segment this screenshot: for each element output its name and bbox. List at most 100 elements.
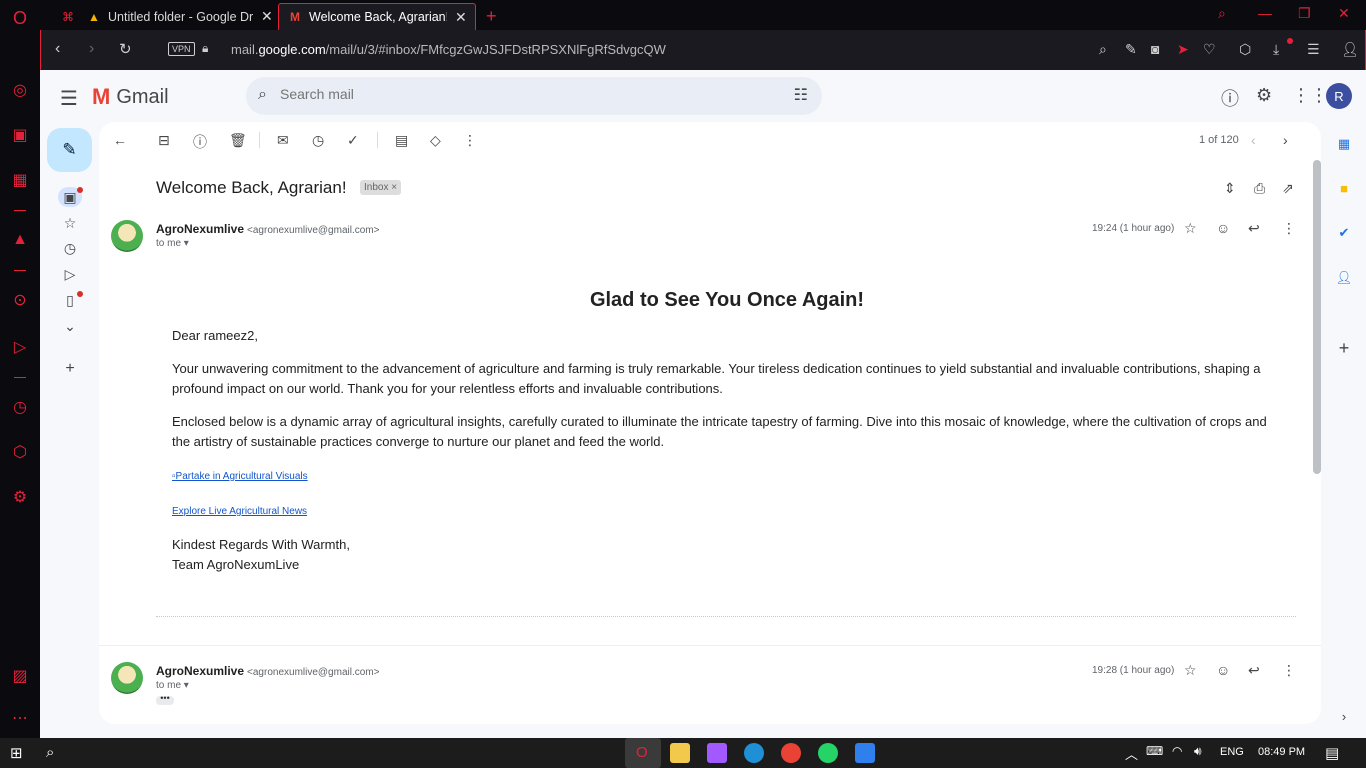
vpn-badge[interactable]: VPN xyxy=(168,42,195,56)
contacts-icon[interactable]: 👤︎ xyxy=(1336,270,1353,286)
history-icon[interactable]: ◷ xyxy=(10,397,30,417)
windows-start-icon[interactable]: ⊞ xyxy=(10,744,23,762)
sender-name[interactable]: AgroNexumlive <agronexumlive@gmail.com> xyxy=(156,222,379,236)
star-icon[interactable]: ☆ xyxy=(61,215,79,232)
sender-name[interactable]: AgroNexumlive <agronexumlive@gmail.com> xyxy=(156,664,379,678)
whatsapp-icon[interactable] xyxy=(818,743,838,763)
get-addons-icon[interactable]: + xyxy=(1336,338,1352,358)
recipient-line[interactable]: to me ▾ xyxy=(156,238,189,249)
player-icon[interactable]: ⊙ xyxy=(10,290,30,310)
extensions-cube-icon[interactable]: ⬡ xyxy=(10,442,30,462)
news-link[interactable]: Explore Live Agricultural News xyxy=(172,506,307,517)
notifications-icon[interactable]: ▤ xyxy=(1325,744,1339,762)
wifi-icon[interactable]: ◠ xyxy=(1172,744,1182,758)
extensions-icon[interactable]: ⬡ xyxy=(1239,41,1251,58)
back-arrow-icon[interactable]: ← xyxy=(113,132,127,148)
report-spam-icon[interactable]: ⓘ xyxy=(193,132,207,152)
chevron-down-icon[interactable]: ⌄ xyxy=(61,318,79,335)
mark-unread-icon[interactable]: ✉ xyxy=(277,132,289,149)
show-trimmed-content-button[interactable]: ••• xyxy=(156,694,174,705)
tray-chevron-up-icon[interactable]: ︿ xyxy=(1125,744,1138,763)
star-icon[interactable]: ☆ xyxy=(1184,220,1197,237)
compose-button[interactable]: ✎ xyxy=(47,128,92,172)
recipient-line[interactable]: to me ▾ xyxy=(156,680,189,691)
apps-grid-icon[interactable]: ⋮⋮ xyxy=(1292,85,1328,106)
emoji-react-icon[interactable]: ☺ xyxy=(1216,220,1230,236)
sent-icon[interactable]: ▷ xyxy=(61,266,79,283)
close-window-icon[interactable]: ✕ xyxy=(1338,5,1350,22)
more-icon[interactable]: ⋯ xyxy=(10,708,30,728)
scrollbar[interactable] xyxy=(1313,160,1321,474)
delete-icon[interactable]: 🗑︎ xyxy=(229,132,247,149)
gallery-icon[interactable]: ▨ xyxy=(10,666,30,686)
aria-icon[interactable]: ▲ xyxy=(10,230,30,250)
search-input[interactable] xyxy=(280,86,760,102)
opera-logo-icon[interactable]: O xyxy=(10,8,30,28)
calendar-icon[interactable]: ▦ xyxy=(1336,136,1352,152)
more-vert-icon[interactable]: ⋮ xyxy=(1282,220,1296,237)
more-vert-icon[interactable]: ⋮ xyxy=(1282,662,1296,679)
newer-icon[interactable]: ‹ xyxy=(1251,132,1256,148)
speed-dial-icon[interactable]: ◎ xyxy=(10,80,30,100)
profile-icon[interactable]: 👤︎ xyxy=(1341,41,1359,58)
game-icon[interactable]: ▦ xyxy=(10,170,30,190)
keep-icon[interactable]: ■ xyxy=(1336,180,1352,196)
older-icon[interactable]: › xyxy=(1283,132,1288,148)
camera-icon[interactable]: ◙ xyxy=(1151,41,1159,57)
close-icon[interactable]: ✕ xyxy=(261,8,273,25)
send-icon[interactable]: ▷ xyxy=(10,337,30,357)
snoozed-icon[interactable]: ◷ xyxy=(61,240,79,257)
back-icon[interactable]: ‹ xyxy=(55,40,60,58)
search-page-icon[interactable]: ⌕ xyxy=(1099,41,1107,58)
expand-all-icon[interactable]: ⇕ xyxy=(1224,180,1236,197)
opera-taskbar-icon[interactable]: O xyxy=(636,744,648,761)
sender-avatar[interactable] xyxy=(111,662,143,694)
settings-gear-icon[interactable]: ⚙ xyxy=(10,487,30,507)
settings-icon[interactable]: ⚙ xyxy=(1256,85,1272,106)
edge-icon[interactable] xyxy=(744,743,764,763)
open-new-window-icon[interactable]: ⇗ xyxy=(1282,180,1294,197)
tab-gmail[interactable]: M Welcome Back, Agrarian! - ✕ xyxy=(278,3,476,30)
avatar[interactable]: R xyxy=(1326,83,1352,109)
flow-send-icon[interactable]: ➤ xyxy=(1177,41,1189,58)
photos-icon[interactable] xyxy=(855,743,875,763)
emoji-react-icon[interactable]: ☺ xyxy=(1216,662,1230,678)
file-explorer-icon[interactable] xyxy=(670,743,690,763)
visuals-link[interactable]: ▫Partake in Agricultural Visuals xyxy=(172,471,308,482)
hide-side-panel-icon[interactable]: › xyxy=(1336,708,1352,724)
easy-setup-icon[interactable]: ☰ xyxy=(1307,41,1320,58)
language-indicator[interactable]: ENG xyxy=(1220,746,1244,758)
add-label-icon[interactable]: + xyxy=(61,360,79,378)
download-icon[interactable]: ⤓ xyxy=(1273,41,1279,58)
clock[interactable]: 08:49 PM xyxy=(1258,746,1305,758)
lock-icon[interactable]: 🔒︎ xyxy=(202,41,208,56)
star-icon[interactable]: ☆ xyxy=(1184,662,1197,679)
search-icon[interactable]: ⌕ xyxy=(258,86,267,104)
menu-icon[interactable]: ☰ xyxy=(60,86,78,111)
inbox-icon[interactable]: ▣ xyxy=(61,189,79,206)
more-vert-icon[interactable]: ⋮ xyxy=(463,132,477,149)
restore-icon[interactable]: ❐ xyxy=(1298,5,1311,22)
figma-icon[interactable] xyxy=(707,743,727,763)
edit-icon[interactable]: ✎ xyxy=(1125,41,1137,58)
url-field[interactable]: mail.google.com/mail/u/3/#inbox/FMfcgzGw… xyxy=(231,42,666,57)
close-icon[interactable]: ✕ xyxy=(455,9,467,26)
new-tab-button[interactable]: + xyxy=(478,3,505,30)
move-to-icon[interactable]: ▤ xyxy=(395,132,408,149)
add-task-icon[interactable]: ✓ xyxy=(347,132,359,149)
minimize-icon[interactable]: — xyxy=(1258,5,1272,21)
print-icon[interactable]: ⎙ xyxy=(1254,180,1265,197)
help-icon[interactable]: ⓘ xyxy=(1221,85,1239,111)
tab-google-drive[interactable]: ▲ Untitled folder - Google Dr ✕ xyxy=(78,3,281,30)
gmail-logo[interactable]: M Gmail xyxy=(92,84,169,110)
search-options-icon[interactable]: ☷ xyxy=(794,85,808,105)
chrome-icon[interactable] xyxy=(781,743,801,763)
briefcase-icon[interactable]: ▣ xyxy=(10,125,30,145)
archive-icon[interactable]: ⊟ xyxy=(158,132,170,149)
tasks-icon[interactable]: ✔ xyxy=(1336,225,1352,241)
heart-icon[interactable]: ♡ xyxy=(1203,41,1216,58)
volume-icon[interactable]: 🔊︎ xyxy=(1194,744,1202,759)
label-chip[interactable]: Inbox × xyxy=(360,180,402,195)
reply-icon[interactable]: ↩ xyxy=(1248,662,1260,679)
search-icon[interactable]: ⌕ xyxy=(46,744,54,761)
